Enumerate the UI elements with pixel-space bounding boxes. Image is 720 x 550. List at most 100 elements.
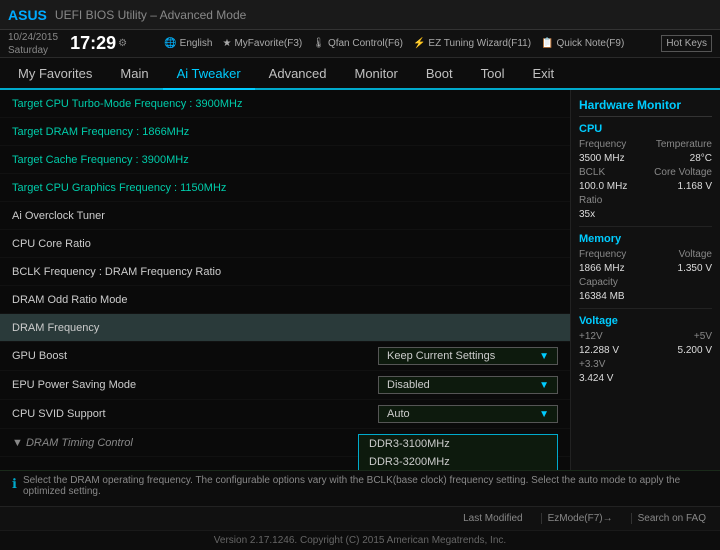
version-bar: Version 2.17.1246. Copyright (C) 2015 Am… [0,530,720,550]
memory-voltage-value: 1.350 V [678,263,712,274]
memory-frequency-label: Frequency [579,249,626,260]
cpu-ratio-row: Ratio [579,195,712,206]
voltage-33-row: +3.3V [579,359,712,370]
cpu-bclk-row: BCLK Core Voltage [579,167,712,178]
memory-freq-row: Frequency Voltage [579,249,712,260]
content-area: Target CPU Turbo-Mode Frequency : 3900MH… [0,90,720,470]
nav-tool[interactable]: Tool [467,58,519,90]
gpu-boost-select[interactable]: Keep Current Settings ▼ [378,347,558,365]
voltage-section-title: Voltage [579,315,712,327]
setting-dram-odd-ratio[interactable]: DRAM Odd Ratio Mode [0,286,570,314]
memory-capacity-value-row: 16384 MB [579,291,712,302]
setting-cpu-svid[interactable]: CPU SVID Support Auto ▼ [0,400,570,429]
settings-list: Target CPU Turbo-Mode Frequency : 3900MH… [0,90,570,457]
main-nav: My Favorites Main Ai Tweaker Advanced Mo… [0,58,720,90]
epu-power-value: Disabled [387,379,430,391]
setting-gpu-boost[interactable]: GPU Boost Keep Current Settings ▼ [0,342,570,371]
cpu-core-voltage-value: 1.168 V [678,181,712,192]
dropdown-item-3100[interactable]: DDR3-3100MHz [359,435,557,453]
cpu-frequency-row: Frequency Temperature [579,139,712,150]
my-favorites-toolbar[interactable]: ★ MyFavorite(F3) [222,38,302,49]
info-bar: ℹ Select the DRAM operating frequency. T… [0,470,720,506]
quick-note[interactable]: 📋 Quick Note(F9) [541,38,624,49]
cpu-svid-arrow-icon: ▼ [539,409,549,420]
cpu-svid-value: Auto [387,408,410,420]
info-text: Select the DRAM operating frequency. The… [23,475,708,497]
qfan-control[interactable]: 🌡 Qfan Control(F6) [312,38,403,49]
memory-capacity-value: 16384 MB [579,291,625,302]
last-modified-button[interactable]: Last Modified [457,513,528,524]
status-bar: Last Modified EzMode(F7)→ Search on FAQ [0,506,720,530]
toolbar: 🌐 English ★ MyFavorite(F3) 🌡 Qfan Contro… [139,38,649,49]
settings-gear-icon[interactable]: ⚙ [118,38,127,49]
dropdown-list: DDR3-3100MHz DDR3-3200MHz DDR3-3333MHz D… [359,435,557,470]
memory-frequency-value: 1866 MHz [579,263,625,274]
ez-tuning-wizard[interactable]: ⚡ EZ Tuning Wizard(F11) [413,38,531,49]
setting-epu-power[interactable]: EPU Power Saving Mode Disabled ▼ [0,371,570,400]
dropdown-item-3200[interactable]: DDR3-3200MHz [359,453,557,470]
voltage-12v-value: 12.288 V [579,345,619,356]
dram-frequency-dropdown[interactable]: DDR3-3100MHz DDR3-3200MHz DDR3-3333MHz D… [358,434,558,470]
memory-capacity-label: Capacity [579,277,618,288]
hw-divider-1 [579,226,712,227]
memory-voltage-label: Voltage [679,249,712,260]
version-text: Version 2.17.1246. Copyright (C) 2015 Am… [214,535,506,546]
language-selector[interactable]: 🌐 English [164,38,212,49]
cpu-core-voltage-label: Core Voltage [654,167,712,178]
setting-cpu-core-ratio[interactable]: CPU Core Ratio [0,230,570,258]
time-display: 17:29 [70,33,116,54]
ez-mode-button[interactable]: EzMode(F7)→ [541,513,619,524]
setting-ai-overclock[interactable]: Ai Overclock Tuner [0,202,570,230]
hw-divider-2 [579,308,712,309]
voltage-5v-label: +5V [694,331,712,342]
time-bar: 10/24/2015 Saturday 17:29 ⚙ 🌐 English ★ … [0,30,720,58]
nav-main[interactable]: Main [106,58,162,90]
hardware-monitor-title: Hardware Monitor [579,98,712,117]
voltage-5v-value: 5.200 V [678,345,712,356]
cpu-frequency-value: 3500 MHz [579,153,625,164]
hot-keys-button[interactable]: Hot Keys [661,35,712,52]
nav-my-favorites[interactable]: My Favorites [4,58,106,90]
epu-power-select[interactable]: Disabled ▼ [378,376,558,394]
top-header-bar: ASUS UEFI BIOS Utility – Advanced Mode [0,0,720,30]
setting-target-cpu-graphics[interactable]: Target CPU Graphics Frequency : 1150MHz [0,174,570,202]
hardware-monitor-panel: Hardware Monitor CPU Frequency Temperatu… [570,90,720,470]
epu-power-arrow-icon: ▼ [539,380,549,391]
memory-capacity-row: Capacity [579,277,712,288]
cpu-ratio-label: Ratio [579,195,602,206]
cpu-bclk-value: 100.0 MHz [579,181,627,192]
nav-exit[interactable]: Exit [518,58,568,90]
voltage-33-value-row: 3.424 V [579,373,712,384]
memory-section-title: Memory [579,233,712,245]
nav-boot[interactable]: Boot [412,58,467,90]
date-display: 10/24/2015 Saturday [8,31,58,57]
search-faq-button[interactable]: Search on FAQ [631,513,712,524]
setting-target-dram[interactable]: Target DRAM Frequency : 1866MHz [0,118,570,146]
cpu-ratio-value: 35x [579,209,595,220]
nav-advanced[interactable]: Advanced [255,58,341,90]
gpu-boost-arrow-icon: ▼ [539,351,549,362]
cpu-svid-select[interactable]: Auto ▼ [378,405,558,423]
setting-bclk-ratio[interactable]: BCLK Frequency : DRAM Frequency Ratio [0,258,570,286]
asus-logo: ASUS [8,7,47,23]
setting-target-cpu-turbo[interactable]: Target CPU Turbo-Mode Frequency : 3900MH… [0,90,570,118]
memory-freq-values: 1866 MHz 1.350 V [579,263,712,274]
voltage-12v-label: +12V [579,331,603,342]
info-icon: ℹ [12,476,17,492]
nav-ai-tweaker[interactable]: Ai Tweaker [163,58,255,90]
cpu-bclk-values: 100.0 MHz 1.168 V [579,181,712,192]
voltage-12-5-values: 12.288 V 5.200 V [579,345,712,356]
bios-title: UEFI BIOS Utility – Advanced Mode [55,8,246,22]
cpu-frequency-label: Frequency [579,139,626,150]
voltage-33v-label: +3.3V [579,359,605,370]
setting-dram-frequency[interactable]: DRAM Frequency DDR3-3100MHz DDR3-3200MHz… [0,314,570,342]
nav-monitor[interactable]: Monitor [341,58,412,90]
left-panel: Target CPU Turbo-Mode Frequency : 3900MH… [0,90,570,470]
cpu-section-title: CPU [579,123,712,135]
cpu-temperature-label: Temperature [656,139,712,150]
setting-target-cache[interactable]: Target Cache Frequency : 3900MHz [0,146,570,174]
voltage-12-5-row: +12V +5V [579,331,712,342]
gpu-boost-value: Keep Current Settings [387,350,495,362]
cpu-bclk-label: BCLK [579,167,605,178]
voltage-33v-value: 3.424 V [579,373,613,384]
